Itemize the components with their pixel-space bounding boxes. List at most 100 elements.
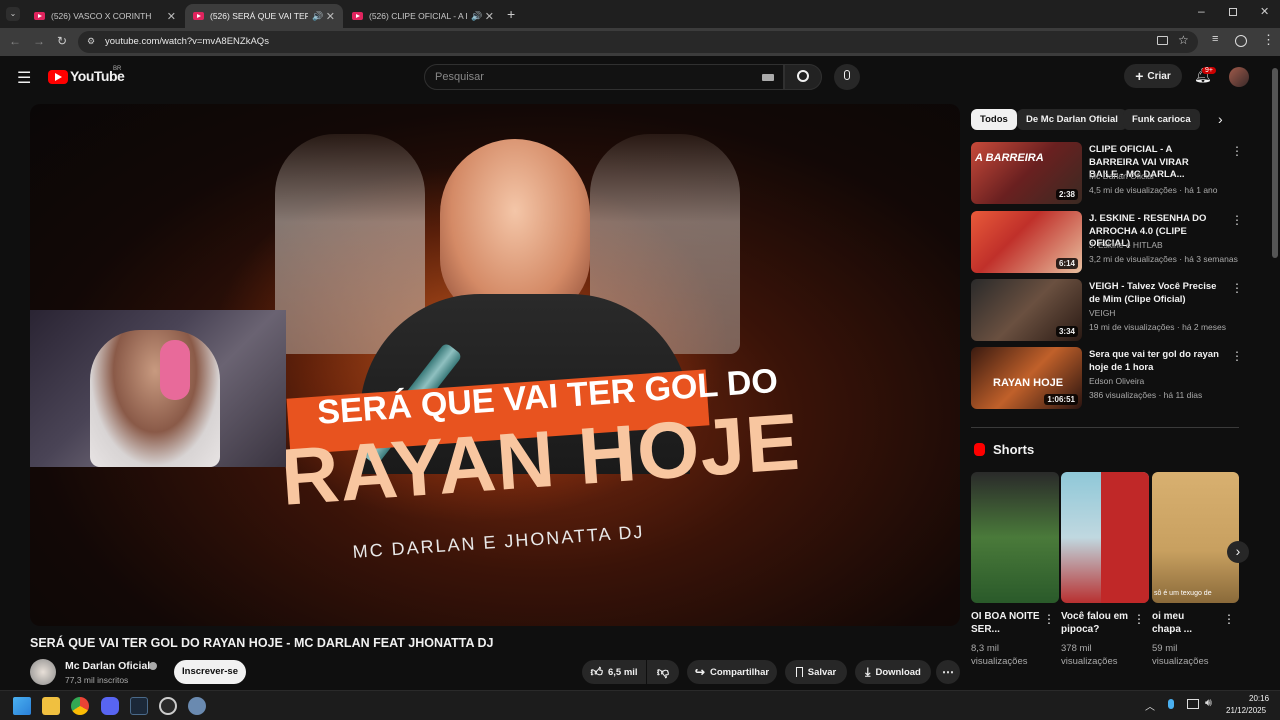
rec-meta: 19 mi de visualizações · há 2 meses [1089, 322, 1227, 332]
short-title[interactable]: Você falou em pipoca? [1061, 610, 1131, 636]
discord-icon[interactable] [101, 697, 119, 715]
rec-meta: 386 visualizações · há 11 dias [1089, 390, 1203, 400]
recommendation-item[interactable]: A BARREIRA 2:38 CLIPE OFICIAL - A BARREI… [971, 142, 1243, 206]
tab-sera-que-vai[interactable]: (526) SERÁ QUE VAI TER GO 🔊 ✕ [185, 4, 343, 28]
subscribe-button[interactable]: Inscrever-se [174, 660, 246, 684]
short-title[interactable]: OI BOA NOITE SER... [971, 610, 1041, 636]
kebab-menu-icon[interactable]: ⋮ [1231, 213, 1243, 227]
video-thumbnail[interactable]: 3:34 [971, 279, 1082, 341]
rec-channel: J. Eskine e HITLAB [1089, 240, 1163, 250]
site-info-icon[interactable]: ⚙ [87, 36, 95, 47]
browser-menu-icon[interactable]: ⋮ [1262, 32, 1275, 48]
short-kebab-icon[interactable]: ⋮ [1223, 612, 1235, 626]
video-thumbnail[interactable]: 6:14 [971, 211, 1082, 273]
tray-chevron-up-icon[interactable]: ︿ [1145, 698, 1155, 713]
close-window-icon[interactable]: ✕ [1260, 5, 1269, 18]
short-thumbnail[interactable] [971, 472, 1059, 603]
kebab-menu-icon[interactable]: ⋮ [1231, 349, 1243, 363]
avatar[interactable] [1229, 67, 1249, 87]
tab-clipe-oficial[interactable]: (526) CLIPE OFICIAL - A BAI 🔊 ✕ [344, 4, 502, 28]
kebab-menu-icon[interactable]: ⋮ [1231, 144, 1243, 158]
hamburger-menu-icon[interactable]: ☰ [17, 68, 31, 88]
video-thumbnail[interactable]: A BARREIRA 2:38 [971, 142, 1082, 204]
obs-icon[interactable] [159, 697, 177, 715]
chip-label: Todos [980, 114, 1008, 125]
tab-search-chevron-icon[interactable]: ⌄ [6, 7, 20, 21]
like-button[interactable]: 👍︎ 6,5 mil [582, 660, 646, 684]
url-field[interactable]: ⚙ youtube.com/watch?v=mvA8ENZkAQs [78, 31, 1198, 53]
speaker-icon[interactable]: 🔊 [312, 11, 323, 22]
video-player[interactable]: SERÁ QUE VAI TER GOL DO RAYAN HOJE MC DA… [30, 104, 960, 626]
restore-icon[interactable] [1229, 8, 1237, 16]
speaker-icon[interactable]: 🔊 [471, 11, 482, 22]
shorts-next-chevron-icon[interactable]: › [1227, 541, 1249, 563]
clock-time[interactable]: 20:16 [1249, 694, 1269, 703]
bookmark-star-icon[interactable]: ☆ [1178, 33, 1189, 47]
keyboard-icon[interactable] [762, 74, 774, 81]
reload-icon[interactable]: ↻ [57, 34, 67, 48]
search-button[interactable] [784, 64, 822, 90]
youtube-logo-icon[interactable] [48, 70, 68, 84]
views-count: 59 mil [1152, 643, 1178, 654]
minimize-icon[interactable]: – [1198, 4, 1205, 18]
settings-gear-icon[interactable] [188, 697, 206, 715]
close-tab-icon[interactable]: ✕ [326, 10, 335, 23]
short-views: 59 mil visualizações [1152, 642, 1232, 668]
tray-volume-icon[interactable]: 🔊︎ [1205, 697, 1212, 710]
save-button[interactable]: Salvar [785, 660, 847, 684]
chip-funk-carioca[interactable]: Funk carioca [1123, 109, 1200, 130]
search-input[interactable]: Pesquisar [424, 64, 784, 90]
duration-badge: 2:38 [1055, 189, 1078, 200]
recommendation-item[interactable]: 3:34 VEIGH - Talvez Você Precise de Mim … [971, 279, 1243, 343]
kebab-menu-icon[interactable]: ⋮ [1231, 281, 1243, 295]
thumbs-up-icon: 👍︎ [590, 664, 603, 679]
share-button[interactable]: ↪ Compartilhar [687, 660, 777, 684]
thumbnail-text: RAYAN HOJE [993, 377, 1064, 389]
browser-tab-strip: ⌄ (526) VASCO X CORINTHIANS | ✕ (526) SE… [0, 0, 1280, 28]
rec-channel: Mc Darlan Oficial [1089, 171, 1154, 181]
youtube-favicon-icon [34, 12, 45, 20]
recommendation-item[interactable]: 6:14 J. ESKINE - RESENHA DO ARROCHA 4.0 … [971, 211, 1243, 275]
views-count: 378 mil [1061, 643, 1092, 654]
tray-mic-icon[interactable] [1168, 699, 1174, 709]
create-button[interactable]: + Criar [1124, 64, 1182, 88]
more-actions-button[interactable]: ⋯ [936, 660, 960, 684]
recommendation-item[interactable]: RAYAN HOJE 1:06:51 Sera que vai ter gol … [971, 347, 1243, 411]
notifications-badge: 9+ [1202, 67, 1216, 74]
media-controls-icon[interactable]: ≡ [1212, 33, 1218, 45]
windows-start-icon[interactable] [13, 697, 31, 715]
video-title: SERÁ QUE VAI TER GOL DO RAYAN HOJE - MC … [30, 636, 494, 650]
tab-title: (526) VASCO X CORINTHIANS | [51, 11, 151, 21]
scrollbar-thumb[interactable] [1272, 68, 1278, 258]
profile-icon[interactable] [1235, 35, 1247, 47]
forward-icon[interactable]: → [33, 34, 45, 48]
close-tab-icon[interactable]: ✕ [485, 10, 494, 23]
voice-search-button[interactable] [834, 64, 860, 90]
cast-icon[interactable] [1157, 36, 1168, 45]
chevron-right-icon[interactable]: › [1218, 111, 1223, 127]
youtube-header: ☰ YouTube BR Pesquisar + Criar 🔔︎ 9+ [0, 56, 1270, 98]
clock-date[interactable]: 21/12/2025 [1226, 706, 1266, 715]
new-tab-icon[interactable]: + [507, 6, 515, 22]
tray-network-icon[interactable] [1187, 699, 1199, 709]
steam-icon[interactable] [130, 697, 148, 715]
back-icon[interactable]: ← [9, 34, 21, 48]
short-kebab-icon[interactable]: ⋮ [1043, 612, 1055, 626]
rec-meta: 4,5 mi de visualizações · há 1 ano [1089, 185, 1218, 195]
short-title[interactable]: oi meu chapa ... [1152, 610, 1212, 636]
chip-de-mc-darlan[interactable]: De Mc Darlan Oficial [1017, 109, 1127, 130]
close-tab-icon[interactable]: ✕ [167, 10, 176, 23]
download-button[interactable]: ⤓ Download [855, 660, 931, 684]
rec-meta: 3,2 mi de visualizações · há 3 semanas [1089, 254, 1238, 264]
channel-avatar[interactable] [30, 659, 56, 685]
channel-name[interactable]: Mc Darlan Oficial [65, 660, 150, 672]
file-explorer-icon[interactable] [42, 697, 60, 715]
short-thumbnail[interactable]: sô é um texugo de [1152, 472, 1239, 603]
short-thumbnail[interactable] [1061, 472, 1149, 603]
short-kebab-icon[interactable]: ⋮ [1133, 612, 1145, 626]
video-thumbnail[interactable]: RAYAN HOJE 1:06:51 [971, 347, 1082, 409]
dislike-button[interactable]: 👎︎ [647, 660, 679, 684]
chrome-icon[interactable] [71, 697, 89, 715]
chip-todos[interactable]: Todos [971, 109, 1017, 130]
tab-vasco-corinthians[interactable]: (526) VASCO X CORINTHIANS | ✕ [26, 4, 184, 28]
